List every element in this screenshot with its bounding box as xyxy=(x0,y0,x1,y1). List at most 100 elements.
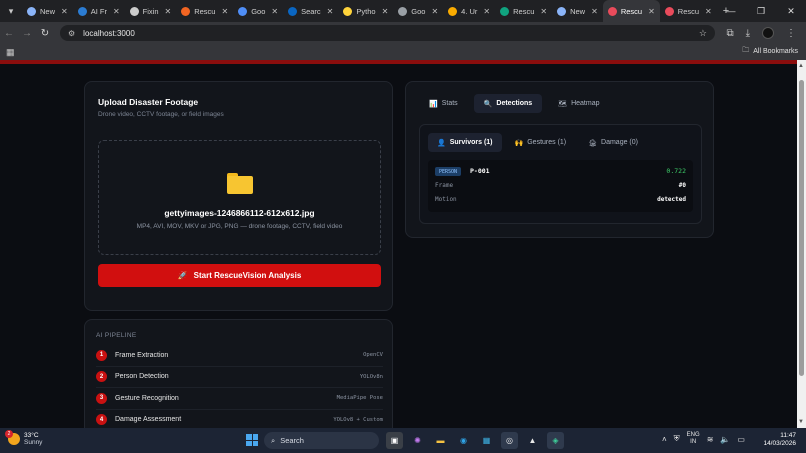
tab-favicon-icon xyxy=(448,6,458,16)
weather-widget[interactable]: 2 33°C Sunny xyxy=(5,430,42,446)
browser-tab[interactable]: Rescu ✕ xyxy=(495,0,552,22)
detection-row-value: #0 xyxy=(678,182,686,189)
tab-icon: 🗺 xyxy=(558,100,568,108)
menu-kebab-icon[interactable]: ⋮ xyxy=(786,28,796,39)
url-field[interactable]: ⚙ localhost:3000 ☆ xyxy=(60,25,715,41)
browser-tab[interactable]: New ✕ xyxy=(22,0,73,22)
detection-row-frame: Frame #0 xyxy=(435,180,686,191)
wifi-icon[interactable]: ≋ xyxy=(707,435,714,444)
copilot-icon[interactable]: ✺ xyxy=(409,432,426,449)
battery-icon[interactable]: ▭ xyxy=(737,435,745,444)
tab-search-icon[interactable]: ▾ xyxy=(0,0,22,22)
tab-close-icon[interactable]: ✕ xyxy=(221,7,228,16)
browser-tab[interactable]: Searc ✕ xyxy=(283,0,338,22)
security-icon[interactable]: ⛨ xyxy=(674,434,680,444)
site-info-icon[interactable]: ⚙ xyxy=(68,29,75,38)
tab-label: Heatmap xyxy=(571,100,600,107)
tab-detections[interactable]: 🔍 Detections xyxy=(473,94,543,113)
clock-date: 14/03/2026 xyxy=(763,440,796,447)
tab-close-icon[interactable]: ✕ xyxy=(61,7,68,16)
tab-favicon-icon xyxy=(664,6,674,16)
subtab-label: Gestures (1) xyxy=(527,139,567,146)
language-code: ENG xyxy=(686,432,700,438)
folder-icon xyxy=(227,173,253,194)
back-icon[interactable]: ← xyxy=(0,22,18,44)
subtab-icon: 👤 xyxy=(437,139,446,147)
browser-tab[interactable]: Pytho ✕ xyxy=(338,0,393,22)
chrome-icon[interactable]: ◎ xyxy=(501,432,518,449)
browser-tab[interactable]: Goo ✕ xyxy=(233,0,283,22)
tab-close-icon[interactable]: ✕ xyxy=(271,7,278,16)
header-accent-line xyxy=(0,60,797,64)
scroll-down-icon[interactable]: ▼ xyxy=(798,419,804,425)
detections-panel: 👤 Survivors (1) 🙌 Gestures (1) 🏚 Damage (0) P… xyxy=(419,124,702,224)
scroll-up-icon[interactable]: ▲ xyxy=(798,63,804,69)
browser-tab[interactable]: Rescu ✕ xyxy=(602,0,660,22)
search-icon: ⌕ xyxy=(271,435,276,445)
browser-tab[interactable]: 4. Ur ✕ xyxy=(443,0,495,22)
terminal-icon[interactable]: ▲ xyxy=(524,432,541,449)
file-explorer-icon[interactable]: ▬ xyxy=(432,432,449,449)
chevron-up-icon[interactable]: ˄ xyxy=(662,435,667,444)
browser-tab[interactable]: New ✕ xyxy=(552,0,603,22)
browser-tab[interactable]: Fixin ✕ xyxy=(125,0,177,22)
volume-icon[interactable]: 🔈 xyxy=(720,435,730,444)
language-indicator[interactable]: ENG IN xyxy=(687,432,700,446)
tab-close-icon[interactable]: ✕ xyxy=(431,7,438,16)
tab-close-icon[interactable]: ✕ xyxy=(113,7,120,16)
results-card: 📊 Stats 🔍 Detections 🗺 Heatmap 👤 Survivors (1)… xyxy=(405,81,714,238)
tab-stats[interactable]: 📊 Stats xyxy=(419,94,468,113)
scrollbar-thumb[interactable] xyxy=(799,80,804,376)
detection-row-key: Motion xyxy=(435,196,457,203)
apps-grid-icon[interactable]: ▦ xyxy=(6,47,15,58)
file-dropzone[interactable]: gettyimages-1246866112-612x612.jpg MP4, … xyxy=(98,140,381,255)
maximize-icon[interactable]: ❐ xyxy=(746,0,776,22)
confidence-score: 0.722 xyxy=(666,167,686,175)
tab-close-icon[interactable]: ✕ xyxy=(483,7,490,16)
start-button[interactable] xyxy=(246,434,258,446)
tab-close-icon[interactable]: ✕ xyxy=(648,7,655,16)
tab-close-icon[interactable]: ✕ xyxy=(382,7,389,16)
bookmark-star-icon[interactable]: ☆ xyxy=(699,28,707,39)
browser-tab[interactable]: Rescu ✕ xyxy=(660,0,717,22)
browser-tab[interactable]: Rescu ✕ xyxy=(176,0,233,22)
tab-close-icon[interactable]: ✕ xyxy=(591,7,598,16)
profile-avatar[interactable] xyxy=(762,27,774,39)
close-window-icon[interactable]: ✕ xyxy=(776,0,806,22)
system-clock[interactable]: 11:47 14/03/2026 xyxy=(763,432,796,448)
subtab-damage[interactable]: 🏚 Damage (0) xyxy=(579,133,647,152)
pipeline-title: AI PIPELINE xyxy=(96,332,137,339)
store-icon[interactable]: ▦ xyxy=(478,432,495,449)
subtab-gestures[interactable]: 🙌 Gestures (1) xyxy=(506,133,576,152)
minimize-icon[interactable]: — xyxy=(716,0,746,22)
task-view-icon[interactable]: ▣ xyxy=(386,432,403,449)
forward-icon[interactable]: → xyxy=(18,22,36,44)
browser-tab[interactable]: Goo ✕ xyxy=(393,0,443,22)
windows-taskbar: 2 33°C Sunny ⌕ Search ▣ ✺ ▬ ◉ ▦ ◎ ▲ ◈ ˄ … xyxy=(0,428,806,453)
start-analysis-button[interactable]: 🚀 Start RescueVision Analysis xyxy=(98,264,381,287)
tab-close-icon[interactable]: ✕ xyxy=(327,7,334,16)
tab-heatmap[interactable]: 🗺 Heatmap xyxy=(548,94,609,113)
vscode-icon[interactable]: ◈ xyxy=(547,432,564,449)
subtab-survivors[interactable]: 👤 Survivors (1) xyxy=(428,133,502,152)
toolbar-actions: ⧉ ⤓ ⋮ xyxy=(726,22,796,44)
extensions-icon[interactable]: ⧉ xyxy=(726,28,733,39)
address-bar-row: ← → ↻ ⚙ localhost:3000 ☆ ⧉ ⤓ ⋮ xyxy=(0,22,806,44)
tab-favicon-icon xyxy=(607,6,617,16)
app-page: Upload Disaster Footage Drone video, CCT… xyxy=(0,60,797,428)
detection-item[interactable]: PERSON P-001 0.722 Frame #0 Motion detec… xyxy=(428,160,693,212)
edge-icon[interactable]: ◉ xyxy=(455,432,472,449)
step-tool: YOLOv8 + Custom xyxy=(333,416,383,423)
taskbar-search[interactable]: ⌕ Search xyxy=(264,432,379,449)
tab-favicon-icon xyxy=(500,6,510,16)
tab-title: Searc xyxy=(301,6,321,16)
all-bookmarks-button[interactable]: 🗀 All Bookmarks xyxy=(742,46,798,57)
download-icon[interactable]: ⤓ xyxy=(746,28,750,39)
reload-icon[interactable]: ↻ xyxy=(36,22,54,44)
tab-close-icon[interactable]: ✕ xyxy=(165,7,172,16)
tab-label: Detections xyxy=(496,100,533,107)
page-scrollbar[interactable]: ▲ ▼ xyxy=(797,60,806,428)
browser-tab[interactable]: AI Fr ✕ xyxy=(73,0,125,22)
tab-close-icon[interactable]: ✕ xyxy=(705,7,712,16)
tab-close-icon[interactable]: ✕ xyxy=(540,7,547,16)
